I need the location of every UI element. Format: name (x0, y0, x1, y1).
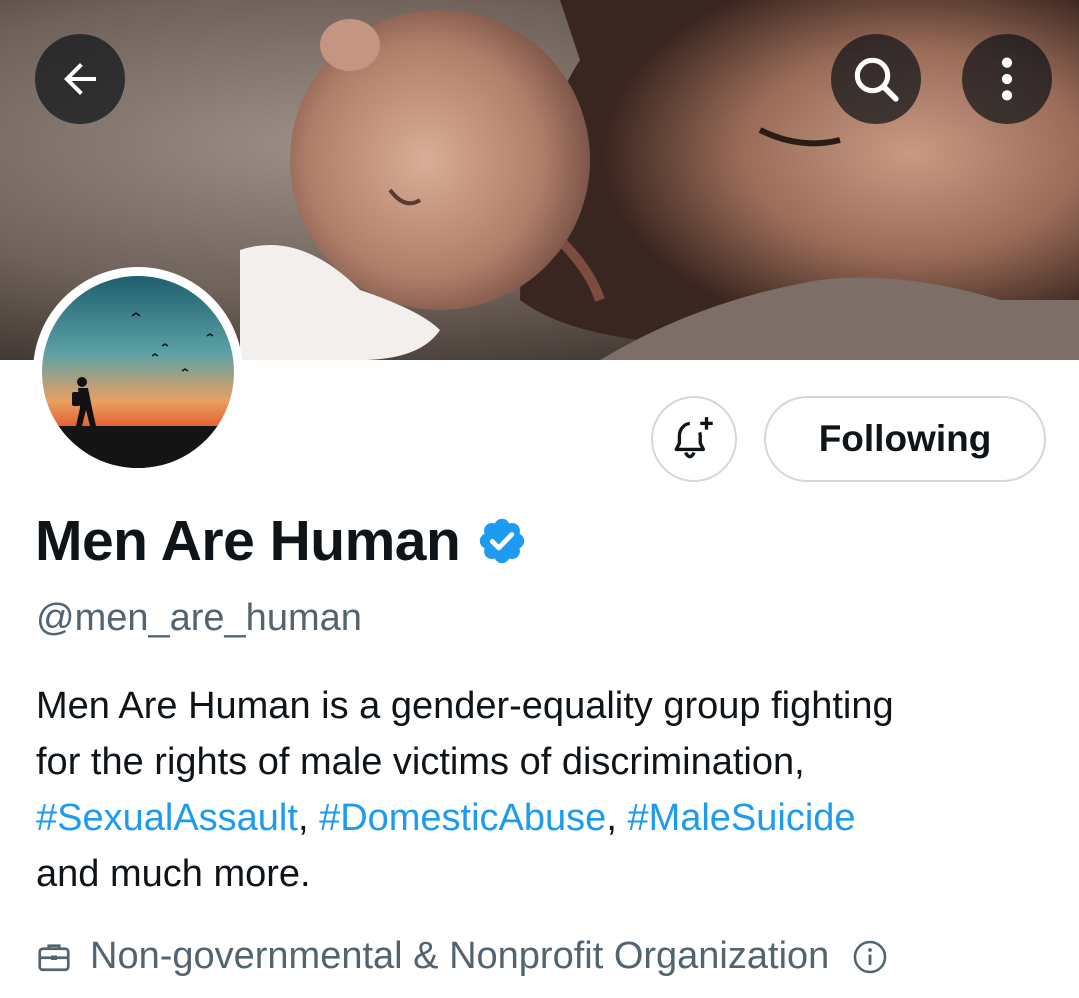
info-icon[interactable] (851, 938, 889, 976)
more-options-button[interactable] (962, 34, 1052, 124)
avatar[interactable] (33, 267, 243, 477)
briefcase-icon (38, 943, 70, 971)
hashtag-link[interactable]: #DomesticAbuse (319, 797, 606, 839)
notifications-button[interactable] (651, 396, 737, 482)
profile-bio: Men Are Human is a gender-equality group… (36, 678, 1046, 902)
avatar-image (42, 276, 234, 468)
profile-handle: @men_are_human (36, 597, 362, 639)
category-label: Non-governmental & Nonprofit Organizatio… (90, 935, 830, 977)
hashtag-link[interactable]: #SexualAssault (36, 797, 298, 839)
back-button[interactable] (35, 34, 125, 124)
bio-line: and much more. (36, 853, 311, 895)
arrow-left-icon (64, 63, 96, 95)
bio-line: Men Are Human is a gender-equality group… (36, 685, 894, 727)
bio-line: for the rights of male victims of discri… (36, 741, 805, 783)
bio-separator: , (606, 797, 628, 839)
profile-category: Non-governmental & Nonprofit Organizatio… (36, 935, 889, 978)
profile-page: Following Men Are Human @men_are_human M… (0, 0, 1079, 998)
bell-plus-icon (674, 417, 713, 459)
verified-badge-icon[interactable] (476, 515, 528, 567)
search-icon (854, 57, 899, 102)
bio-separator: , (297, 797, 320, 839)
search-button[interactable] (831, 34, 921, 124)
bio-hashtags-line: #SexualAssault, #DomesticAbuse, #MaleSui… (36, 790, 1046, 846)
hashtag-link[interactable]: #MaleSuicide (627, 797, 855, 839)
profile-name-row: Men Are Human (35, 508, 528, 574)
following-button[interactable]: Following (764, 396, 1046, 482)
more-vertical-icon (1001, 57, 1013, 101)
display-name: Men Are Human (35, 509, 461, 573)
